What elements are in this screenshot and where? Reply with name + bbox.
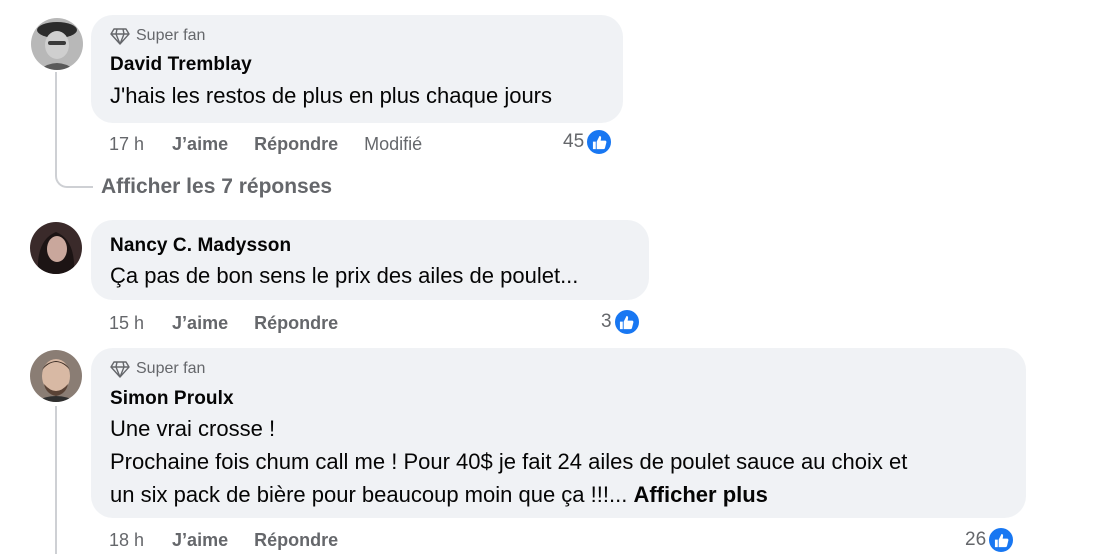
reaction-count[interactable]: 45 bbox=[563, 128, 614, 156]
comment-text-line: un six pack de bière pour beaucoup moin … bbox=[110, 478, 907, 511]
comment-text-line: Prochaine fois chum call me ! Pour 40$ j… bbox=[110, 449, 908, 474]
diamond-icon bbox=[110, 27, 130, 45]
thread-line bbox=[55, 406, 57, 554]
comment-author[interactable]: Simon Proulx bbox=[110, 388, 234, 410]
reaction-count-value: 45 bbox=[563, 131, 585, 152]
comment-author[interactable]: Nancy C. Madysson bbox=[110, 235, 291, 257]
thumbs-up-icon bbox=[585, 128, 614, 156]
diamond-icon bbox=[110, 360, 130, 378]
like-button[interactable]: J’aime bbox=[172, 530, 228, 551]
reply-button[interactable]: Répondre bbox=[254, 530, 338, 551]
super-fan-badge: Super fan bbox=[110, 27, 205, 45]
comment-actions: 18 h J’aime Répondre bbox=[109, 530, 364, 551]
comment-bubble: Super fan David Tremblay J'hais les rest… bbox=[91, 15, 623, 123]
comment-actions: 17 h J’aime Répondre Modifié bbox=[109, 134, 422, 155]
comment-text: Une vrai crosse ! Prochaine fois chum ca… bbox=[110, 412, 907, 511]
comment-time[interactable]: 18 h bbox=[109, 530, 144, 551]
comment-time[interactable]: 15 h bbox=[109, 313, 144, 334]
reply-button[interactable]: Répondre bbox=[254, 313, 338, 334]
reply-button[interactable]: Répondre bbox=[254, 134, 338, 155]
comment-bubble: Super fan Simon Proulx Une vrai crosse !… bbox=[91, 348, 1026, 518]
avatar[interactable] bbox=[30, 350, 82, 402]
reaction-count-value: 26 bbox=[965, 529, 987, 550]
comment-text: Ça pas de bon sens le prix des ailes de … bbox=[110, 259, 578, 292]
thumbs-up-icon bbox=[612, 308, 641, 336]
avatar[interactable] bbox=[30, 222, 82, 274]
like-button[interactable]: J’aime bbox=[172, 313, 228, 334]
avatar[interactable] bbox=[31, 18, 83, 70]
comment-time[interactable]: 17 h bbox=[109, 134, 144, 155]
thumbs-up-icon bbox=[987, 526, 1016, 554]
badge-label: Super fan bbox=[136, 360, 206, 377]
comment-text: J'hais les restos de plus en plus chaque… bbox=[110, 79, 552, 112]
view-replies-link[interactable]: Afficher les 7 réponses bbox=[101, 175, 332, 199]
reaction-count-value: 3 bbox=[601, 311, 612, 332]
see-more-link[interactable]: Afficher plus bbox=[633, 482, 767, 507]
edited-label: Modifié bbox=[364, 134, 423, 154]
comment-actions: 15 h J’aime Répondre bbox=[109, 313, 364, 334]
comment-text-line: Ça pas de bon sens le prix des ailes de … bbox=[110, 263, 579, 288]
comment-text-line: Une vrai crosse ! bbox=[110, 416, 276, 441]
comment-bubble: Nancy C. Madysson Ça pas de bon sens le … bbox=[91, 220, 649, 300]
like-button[interactable]: J’aime bbox=[172, 134, 228, 155]
comment-text-line: J'hais les restos de plus en plus chaque… bbox=[110, 83, 553, 108]
comment-author[interactable]: David Tremblay bbox=[110, 54, 252, 76]
badge-label: Super fan bbox=[136, 27, 206, 44]
reaction-count[interactable]: 26 bbox=[965, 526, 1016, 554]
comment-text-segment: un six pack de bière pour beaucoup moin … bbox=[110, 482, 628, 507]
reaction-count[interactable]: 3 bbox=[601, 308, 641, 336]
super-fan-badge: Super fan bbox=[110, 360, 205, 378]
thread-line-curve bbox=[55, 174, 93, 188]
thread-line bbox=[55, 72, 57, 176]
